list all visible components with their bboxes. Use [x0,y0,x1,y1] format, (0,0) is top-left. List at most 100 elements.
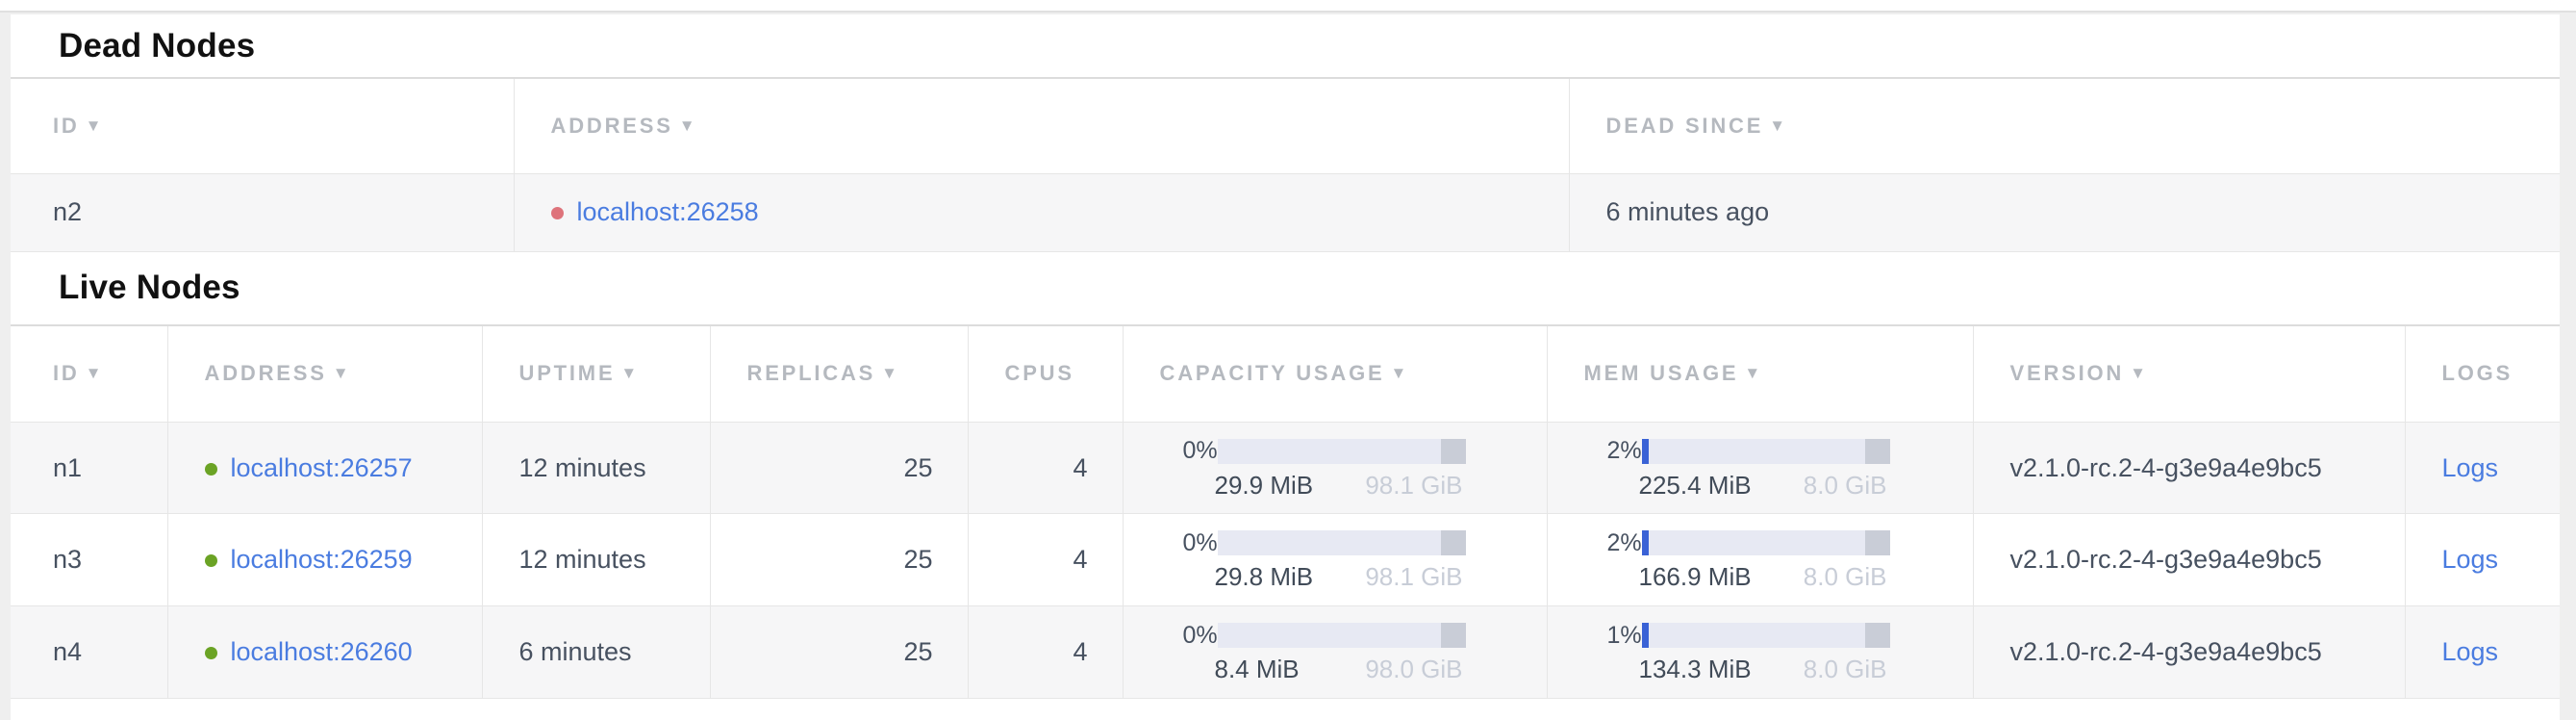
mem-used: 134.3 MiB [1639,655,1752,683]
node-id-cell: n2 [11,173,514,251]
version-cell: v2.1.0-rc.2-4-g3e9a4e9bc5 [1973,514,2405,606]
dead-nodes-heading: Dead Nodes [11,14,2560,77]
mem-percent: 2% [1607,437,1642,465]
live-column-header-replicas[interactable]: REPLICAS▼ [710,325,968,423]
logs-cell: Logs [2405,514,2560,606]
dead-column-header-id[interactable]: ID▼ [11,78,514,173]
logs-link[interactable]: Logs [2442,545,2499,574]
sort-desc-icon: ▼ [620,364,637,382]
capacity-percent: 0% [1183,529,1218,557]
bar-reserved-segment [1865,439,1890,464]
live-column-header-uptime[interactable]: UPTIME▼ [482,325,710,423]
sort-desc-icon: ▼ [86,116,102,135]
live-status-dot-icon [205,554,217,567]
mem-usage-cell: 2% 166.9 MiB 8.0 GiB [1547,514,1973,606]
live-column-header-logs: LOGS▼ [2405,325,2560,423]
bar-reserved-segment [1441,623,1466,648]
mem-total: 8.0 GiB [1804,471,1887,500]
logs-link[interactable]: Logs [2442,453,2499,482]
dead-status-dot-icon [551,207,564,219]
capacity-total: 98.1 GiB [1365,562,1462,591]
sort-desc-icon: ▼ [86,364,102,382]
bar-used-segment [1642,623,1649,648]
capacity-total: 98.1 GiB [1365,471,1462,500]
capacity-usage-cell: 0% 8.4 MiB 98.0 GiB [1123,606,1547,699]
node-address-cell: localhost:26259 [167,514,482,606]
capacity-usage-bar [1218,623,1466,648]
node-id-cell: n3 [11,514,167,606]
mem-usage-bar [1642,439,1890,464]
version-cell: v2.1.0-rc.2-4-g3e9a4e9bc5 [1973,423,2405,514]
node-address-link[interactable]: localhost:26258 [577,197,759,226]
capacity-percent: 0% [1183,622,1218,650]
live-column-header-version[interactable]: VERSION▼ [1973,325,2405,423]
replicas-cell: 25 [710,606,968,699]
capacity-used: 29.9 MiB [1215,471,1314,500]
mem-used: 166.9 MiB [1639,562,1752,591]
dead-column-header-dead-since[interactable]: DEAD SINCE▼ [1569,78,2560,173]
live-nodes-table: ID▼ ADDRESS▼ UPTIME▼ REPLICAS▼ CPUS▼ CAP… [11,324,2560,700]
bar-reserved-segment [1441,439,1466,464]
live-column-header-cpus: CPUS▼ [968,325,1123,423]
live-status-dot-icon [205,463,217,476]
cpus-cell: 4 [968,514,1123,606]
node-address-link[interactable]: localhost:26260 [231,637,413,666]
node-id-cell: n4 [11,606,167,699]
mem-usage-cell: 1% 134.3 MiB 8.0 GiB [1547,606,1973,699]
logs-cell: Logs [2405,606,2560,699]
table-row: n1 localhost:26257 12 minutes 25 4 0% 29… [11,423,2560,514]
live-nodes-heading: Live Nodes [11,252,2560,324]
capacity-usage-cell: 0% 29.9 MiB 98.1 GiB [1123,423,1547,514]
table-row: n4 localhost:26260 6 minutes 25 4 0% 8.4… [11,606,2560,699]
dead-since-cell: 6 minutes ago [1569,173,2560,251]
node-address-link[interactable]: localhost:26259 [231,545,413,574]
uptime-cell: 12 minutes [482,514,710,606]
capacity-percent: 0% [1183,437,1218,465]
mem-percent: 1% [1607,622,1642,650]
dead-column-header-address[interactable]: ADDRESS▼ [514,78,1569,173]
mem-usage-cell: 2% 225.4 MiB 8.0 GiB [1547,423,1973,514]
sort-desc-icon: ▼ [2130,364,2146,382]
top-divider [0,0,2576,13]
dead-nodes-header-row: ID▼ ADDRESS▼ DEAD SINCE▼ [11,78,2560,173]
mem-used: 225.4 MiB [1639,471,1752,500]
bar-reserved-segment [1865,623,1890,648]
live-column-header-capacity-usage[interactable]: CAPACITY USAGE▼ [1123,325,1547,423]
mem-usage-bar [1642,623,1890,648]
logs-cell: Logs [2405,423,2560,514]
live-column-header-mem-usage[interactable]: MEM USAGE▼ [1547,325,1973,423]
replicas-cell: 25 [710,514,968,606]
mem-percent: 2% [1607,529,1642,557]
mem-usage-bar [1642,530,1890,555]
capacity-usage-bar [1218,530,1466,555]
cpus-cell: 4 [968,606,1123,699]
live-column-header-id[interactable]: ID▼ [11,325,167,423]
bar-reserved-segment [1441,530,1466,555]
capacity-total: 98.0 GiB [1365,655,1462,683]
sort-desc-icon: ▼ [1744,364,1760,382]
node-address-cell: localhost:26257 [167,423,482,514]
live-status-dot-icon [205,647,217,659]
live-nodes-header-row: ID▼ ADDRESS▼ UPTIME▼ REPLICAS▼ CPUS▼ CAP… [11,325,2560,423]
sort-desc-icon: ▼ [1769,116,1785,135]
mem-total: 8.0 GiB [1804,655,1887,683]
sort-desc-icon: ▼ [881,364,897,382]
node-address-link[interactable]: localhost:26257 [231,453,413,482]
sort-desc-icon: ▼ [679,116,695,135]
sort-desc-icon: ▼ [1390,364,1406,382]
node-address-cell: localhost:26258 [514,173,1569,251]
version-cell: v2.1.0-rc.2-4-g3e9a4e9bc5 [1973,606,2405,699]
nodes-overview-panel: Dead Nodes ID▼ ADDRESS▼ DEAD SINCE▼ n2 l… [11,14,2560,720]
uptime-cell: 6 minutes [482,606,710,699]
uptime-cell: 12 minutes [482,423,710,514]
capacity-usage-cell: 0% 29.8 MiB 98.1 GiB [1123,514,1547,606]
logs-link[interactable]: Logs [2442,637,2499,666]
node-address-cell: localhost:26260 [167,606,482,699]
cpus-cell: 4 [968,423,1123,514]
replicas-cell: 25 [710,423,968,514]
node-id-cell: n1 [11,423,167,514]
live-column-header-address[interactable]: ADDRESS▼ [167,325,482,423]
mem-total: 8.0 GiB [1804,562,1887,591]
table-row: n2 localhost:26258 6 minutes ago [11,173,2560,251]
sort-desc-icon: ▼ [333,364,349,382]
